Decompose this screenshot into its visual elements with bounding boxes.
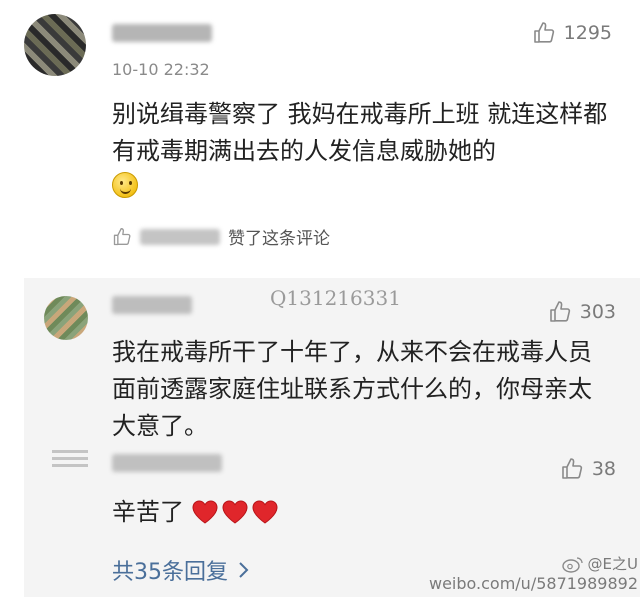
liked-by-label: 赞了这条评论 xyxy=(228,229,330,249)
reply-like-button[interactable]: 303 xyxy=(548,300,616,324)
thumbs-up-icon xyxy=(549,301,570,322)
comment-text: 别说缉毒警察了 我妈在戒毒所上班 就连这样都有戒毒期满出去的人发信息威胁她的 xyxy=(112,100,608,165)
comment-time: 10-10 22:32 xyxy=(112,60,210,79)
reply-text: 我在戒毒所干了十年了，从来不会在戒毒人员面前透露家庭住址联系方式什么的，你母亲太… xyxy=(112,338,592,440)
avatar[interactable] xyxy=(24,14,86,76)
reply-avatar[interactable] xyxy=(44,296,88,340)
heart-emojis xyxy=(192,500,278,524)
more-replies-label: 共35条回复 xyxy=(112,560,228,585)
like-count: 1295 xyxy=(563,22,612,44)
liker-name-blurred xyxy=(140,228,220,245)
replies-section: Q131216331 303 我在戒毒所干了十年了，从来不会在戒毒人员面前透露家… xyxy=(24,278,640,597)
reply-like-button[interactable]: 38 xyxy=(560,457,616,481)
reply-username-blurred[interactable] xyxy=(112,296,192,314)
liked-by-row[interactable]: 赞了这条评论 xyxy=(112,224,330,249)
smiley-emoji-icon xyxy=(112,172,138,198)
more-replies-link[interactable]: 共35条回复 xyxy=(112,554,250,586)
heart-icon xyxy=(222,500,248,524)
reply-like-count: 38 xyxy=(591,458,616,480)
thumbs-up-icon xyxy=(533,22,554,43)
username-blurred[interactable] xyxy=(112,24,212,42)
thumbs-up-icon xyxy=(113,227,131,245)
heart-icon xyxy=(252,500,278,524)
weibo-watermark: @E之U weibo.com/u/5871989892 xyxy=(429,553,638,593)
weibo-url: weibo.com/u/5871989892 xyxy=(428,574,638,593)
reply-avatar-placeholder[interactable] xyxy=(52,450,88,468)
heart-icon xyxy=(192,500,218,524)
thumbs-up-icon xyxy=(562,458,582,479)
weibo-handle: @E之U xyxy=(587,555,638,573)
qq-watermark: Q131216331 xyxy=(270,286,401,310)
reply-like-count: 303 xyxy=(579,301,616,323)
chevron-right-icon xyxy=(239,562,249,578)
like-button[interactable]: 1295 xyxy=(532,21,612,45)
reply-text: 辛苦了 xyxy=(112,498,184,526)
reply-username-blurred[interactable] xyxy=(112,454,222,472)
weibo-logo-icon xyxy=(561,556,583,573)
main-comment: 10-10 22:32 1295 别说缉毒警察了 我妈在戒毒所上班 就连这样都有… xyxy=(0,0,640,278)
